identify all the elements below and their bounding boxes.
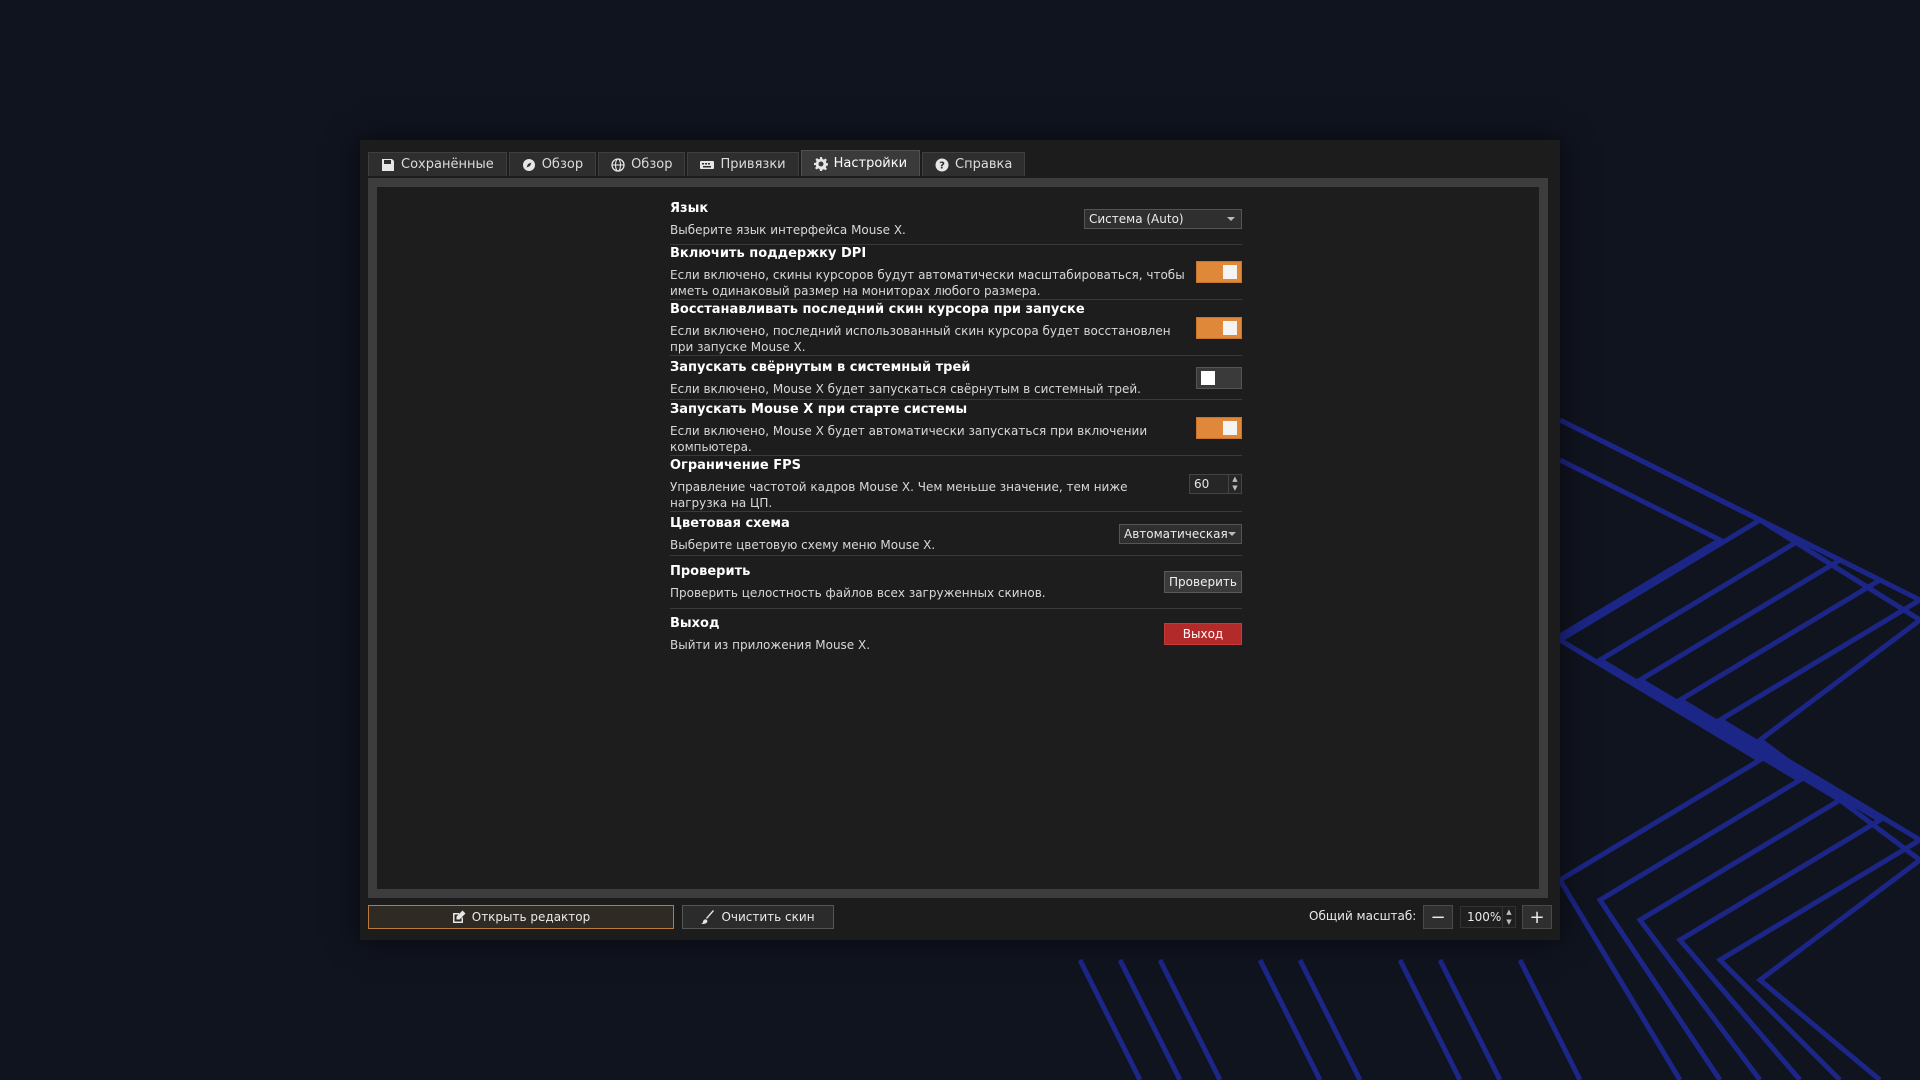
zoom-label: Общий масштаб: — [1309, 909, 1417, 923]
save-icon — [382, 158, 394, 171]
open-editor-label: Открыть редактор — [471, 910, 591, 924]
setting-verify: Проверить Проверить целостность файлов в… — [670, 556, 1242, 609]
setting-autostart: Запускать Mouse X при старте системы Есл… — [670, 400, 1242, 456]
setting-title: Цветовая схема — [670, 515, 790, 531]
tab-settings-label: Настройки — [833, 156, 908, 171]
increment-arrow-icon[interactable]: ▲ — [1503, 907, 1515, 917]
setting-title: Запускать Mouse X при старте системы — [670, 401, 968, 417]
clear-skin-label: Очистить скин — [721, 910, 815, 924]
fps-spinbox[interactable]: 60 ▲ ▼ — [1189, 473, 1242, 494]
tab-browse-label: Обзор — [541, 157, 584, 172]
tab-help[interactable]: ? Справка — [922, 152, 1026, 176]
exit-button[interactable]: Выход — [1164, 623, 1242, 645]
setting-title: Проверить — [670, 564, 751, 579]
setting-title: Ограничение FPS — [670, 457, 801, 473]
decrement-arrow-icon[interactable]: ▼ — [1503, 917, 1515, 927]
setting-description: Выберите язык интерфейса Mouse X. — [670, 222, 906, 237]
language-dropdown-value: Система (Auto) — [1089, 211, 1184, 226]
autostart-toggle[interactable] — [1196, 416, 1242, 439]
verify-button[interactable]: Проверить — [1164, 571, 1242, 593]
brush-icon — [701, 910, 715, 924]
fps-value: 60 — [1194, 476, 1210, 491]
setting-fps: Ограничение FPS Управление частотой кадр… — [670, 456, 1242, 512]
setting-exit: Выход Выйти из приложения Mouse X. Выход — [670, 609, 1242, 659]
setting-description: Если включено, Mouse X будет запускаться… — [670, 381, 1141, 396]
content-area: Язык Выберите язык интерфейса Mouse X. С… — [377, 187, 1539, 889]
setting-dpi: Включить поддержку DPI Если включено, ск… — [670, 245, 1242, 300]
tab-browse[interactable]: Обзор — [508, 152, 597, 176]
zoom-in-button[interactable]: + — [1522, 905, 1552, 929]
setting-title: Язык — [670, 200, 709, 216]
setting-description: Если включено, скины курсоров будут авто… — [670, 268, 1185, 298]
globe-icon — [611, 157, 625, 172]
minus-icon: − — [1430, 906, 1446, 928]
tab-browse-online-label: Обзор — [631, 157, 673, 172]
tab-settings[interactable]: Настройки — [800, 150, 921, 176]
clear-skin-button[interactable]: Очистить скин — [682, 905, 834, 929]
svg-text:?: ? — [939, 160, 945, 171]
decrement-arrow-icon[interactable]: ▼ — [1229, 484, 1241, 493]
setting-restore-skin: Восстанавливать последний скин курсора п… — [670, 300, 1242, 356]
tab-bindings[interactable]: Привязки — [687, 152, 799, 176]
tab-bar: Сохранённые Обзор Обзор Привязки Настрой… — [368, 150, 1026, 176]
settings-list: Язык Выберите язык интерфейса Mouse X. С… — [670, 193, 1242, 659]
start-minimized-toggle[interactable] — [1196, 366, 1242, 389]
setting-description: Проверить целостность файлов всех загруж… — [670, 586, 1046, 600]
setting-language: Язык Выберите язык интерфейса Mouse X. С… — [670, 193, 1242, 245]
tab-saved[interactable]: Сохранённые — [368, 152, 507, 176]
increment-arrow-icon[interactable]: ▲ — [1229, 475, 1241, 484]
tab-help-label: Справка — [955, 157, 1013, 172]
compass-icon — [522, 158, 535, 171]
setting-description: Если включено, Mouse X будет автоматичес… — [670, 423, 1148, 454]
dpi-toggle[interactable] — [1196, 261, 1242, 283]
setting-title: Восстанавливать последний скин курсора п… — [670, 301, 1085, 317]
footer-bar: Открыть редактор Очистить скин Общий мас… — [368, 905, 1552, 929]
plus-icon: + — [1529, 906, 1545, 928]
open-editor-button[interactable]: Открыть редактор — [368, 905, 674, 929]
tab-saved-label: Сохранённые — [401, 157, 494, 172]
content-panel: Язык Выберите язык интерфейса Mouse X. С… — [368, 178, 1548, 898]
restore-skin-toggle[interactable] — [1196, 316, 1242, 339]
zoom-out-button[interactable]: − — [1423, 905, 1453, 929]
zoom-value: 100% — [1467, 910, 1502, 924]
setting-title: Выход — [670, 616, 720, 631]
setting-title: Запускать свёрнутым в системный трей — [670, 359, 971, 375]
tab-bindings-label: Привязки — [720, 157, 786, 172]
language-dropdown[interactable]: Система (Auto) — [1084, 208, 1242, 229]
chevron-down-icon — [1227, 216, 1235, 221]
setting-title: Включить поддержку DPI — [670, 246, 867, 261]
theme-dropdown[interactable]: Автоматическая — [1119, 523, 1242, 544]
setting-description: Если включено, последний использованный … — [670, 323, 1171, 354]
zoom-spinbox[interactable]: 100% ▲ ▼ — [1460, 906, 1516, 928]
gear-icon — [813, 156, 828, 171]
tab-browse-online[interactable]: Обзор — [598, 152, 686, 176]
theme-dropdown-value: Автоматическая — [1124, 526, 1228, 541]
setting-description: Выйти из приложения Mouse X. — [670, 638, 871, 652]
edit-icon — [452, 910, 466, 923]
keyboard-icon — [700, 160, 715, 169]
help-icon: ? — [935, 158, 949, 171]
setting-description: Выберите цветовую схему меню Mouse X. — [670, 537, 936, 552]
setting-description: Управление частотой кадров Mouse X. Чем … — [670, 479, 1128, 510]
setting-start-minimized: Запускать свёрнутым в системный трей Есл… — [670, 356, 1242, 400]
app-window: Сохранённые Обзор Обзор Привязки Настрой… — [360, 140, 1560, 940]
setting-theme: Цветовая схема Выберите цветовую схему м… — [670, 512, 1242, 556]
chevron-down-icon — [1227, 531, 1236, 536]
